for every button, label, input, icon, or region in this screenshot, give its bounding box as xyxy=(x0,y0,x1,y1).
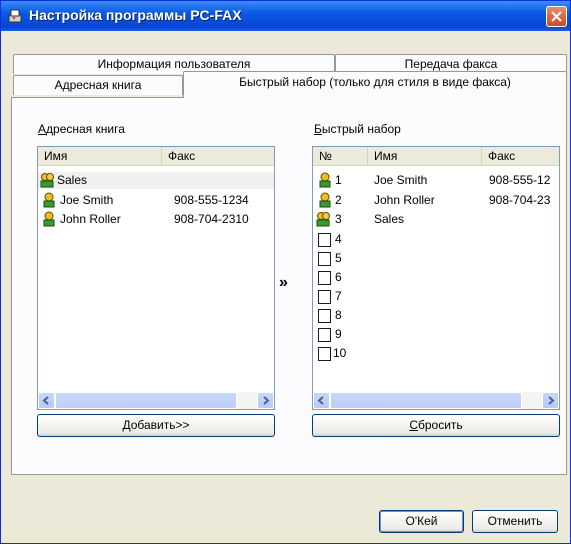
empty-slot-box xyxy=(318,290,331,304)
scroll-right-button[interactable] xyxy=(257,392,274,409)
speed-dial-label: Быстрый набор xyxy=(314,122,401,136)
empty-slot-box xyxy=(318,309,331,323)
tab-user-info-label: Информация пользователя xyxy=(97,57,251,71)
contact-icon xyxy=(319,172,331,188)
speed-dial-name: Joe Smith xyxy=(374,173,428,187)
chevron-right-icon xyxy=(548,396,555,405)
speed-dial-num: 1 xyxy=(335,173,342,187)
reset-button[interactable]: Сбросить xyxy=(312,414,560,437)
tab-panel: Адресная книга Имя Факс Sales Joe Smith … xyxy=(11,97,567,475)
speed-dial-num: 6 xyxy=(335,270,342,284)
speed-dial-col-num[interactable]: № xyxy=(313,147,368,166)
ok-button[interactable]: O'Кей xyxy=(379,510,464,533)
contact-fax: 908-555-1234 xyxy=(174,193,249,207)
speed-dial-name: Sales xyxy=(374,212,405,226)
speed-dial-list[interactable]: № Имя Факс 1 Joe Smith 908-555-12 2 John… xyxy=(312,146,560,410)
address-book-hscrollbar[interactable] xyxy=(38,392,274,409)
table-row[interactable]: 1 Joe Smith 908-555-12 xyxy=(313,172,559,189)
empty-slot-box xyxy=(318,271,331,285)
speed-dial-num: 10 xyxy=(333,346,347,360)
contact-name: Joe Smith xyxy=(60,193,114,207)
speed-dial-num: 5 xyxy=(335,251,342,265)
tab-address-book-label: Адресная книга xyxy=(54,78,142,92)
speed-dial-label-text: ыстрый набор xyxy=(321,122,401,136)
speed-dial-col-name[interactable]: Имя xyxy=(368,147,482,166)
scroll-left-button[interactable] xyxy=(38,392,55,409)
table-row[interactable]: 7 xyxy=(313,288,559,305)
scroll-right-button[interactable] xyxy=(542,392,559,409)
contact-icon xyxy=(43,211,55,227)
speed-dial-num: 4 xyxy=(335,232,342,246)
speed-dial-fax: 908-704-23 xyxy=(489,193,551,207)
table-row[interactable]: 8 xyxy=(313,307,559,324)
contact-name: John Roller xyxy=(60,212,121,226)
close-button[interactable] xyxy=(546,6,567,27)
contact-fax: 908-704-2310 xyxy=(174,212,249,226)
speed-dial-hscrollbar[interactable] xyxy=(313,392,559,409)
empty-slot-box xyxy=(318,252,331,266)
reset-button-accel: С xyxy=(409,418,418,432)
tab-address-book[interactable]: Адресная книга xyxy=(13,75,183,95)
speed-dial-name: John Roller xyxy=(374,193,435,207)
contact-icon xyxy=(43,192,55,208)
list-item[interactable]: John Roller 908-704-2310 xyxy=(38,211,274,228)
add-button[interactable]: Добавить>> xyxy=(37,414,275,437)
contact-icon xyxy=(319,192,331,208)
contact-name: Sales xyxy=(57,173,88,187)
table-row[interactable]: 5 xyxy=(313,250,559,267)
reset-button-text: бросить xyxy=(418,418,463,432)
address-book-label-accel: А xyxy=(38,122,47,136)
speed-dial-col-fax[interactable]: Факс xyxy=(482,147,559,166)
chevron-left-icon xyxy=(42,396,49,405)
empty-slot-box xyxy=(318,347,331,361)
table-row[interactable]: 3 Sales xyxy=(313,211,559,228)
tab-speed-dial-label: Быстрый набор (только для стиля в виде ф… xyxy=(239,75,511,89)
address-book-col-name[interactable]: Имя xyxy=(38,147,162,166)
table-row[interactable]: 2 John Roller 908-704-23 xyxy=(313,192,559,209)
tab-speed-dial[interactable]: Быстрый набор (только для стиля в виде ф… xyxy=(183,71,567,98)
pcfax-app-icon xyxy=(8,9,22,23)
address-book-label: Адресная книга xyxy=(38,122,125,136)
title-bar[interactable]: Настройка программы PC-FAX xyxy=(1,1,570,31)
address-book-label-text: дресная книга xyxy=(46,122,125,136)
scroll-left-button[interactable] xyxy=(313,392,330,409)
chevron-left-icon xyxy=(317,396,324,405)
group-contact-icon xyxy=(316,212,330,227)
table-row[interactable]: 4 xyxy=(313,231,559,248)
empty-slot-box xyxy=(318,328,331,342)
add-button-accel: Д xyxy=(122,418,131,432)
list-item[interactable]: Sales xyxy=(38,172,274,189)
speed-dial-fax: 908-555-12 xyxy=(489,173,551,187)
list-item[interactable]: Joe Smith 908-555-1234 xyxy=(38,192,274,209)
scroll-thumb[interactable] xyxy=(55,392,237,409)
table-row[interactable]: 9 xyxy=(313,326,559,343)
tab-fax-sending-label: Передача факса xyxy=(404,57,498,71)
cancel-button[interactable]: Отменить xyxy=(472,510,558,533)
speed-dial-num: 9 xyxy=(335,327,342,341)
table-row[interactable]: 6 xyxy=(313,269,559,286)
group-contact-icon xyxy=(40,173,54,188)
transfer-arrow: » xyxy=(279,274,288,291)
table-row[interactable]: 10 xyxy=(313,345,559,362)
empty-slot-box xyxy=(318,233,331,247)
close-icon xyxy=(551,11,562,22)
speed-dial-num: 7 xyxy=(335,289,342,303)
window-title: Настройка программы PC-FAX xyxy=(29,7,242,23)
speed-dial-num: 3 xyxy=(335,212,342,226)
pcfax-settings-window: Настройка программы PC-FAX Информация по… xyxy=(0,0,571,544)
address-book-list[interactable]: Имя Факс Sales Joe Smith 908-555-1234 Jo… xyxy=(37,146,275,410)
speed-dial-label-accel: Б xyxy=(314,122,322,136)
speed-dial-num: 2 xyxy=(335,193,342,207)
address-book-col-fax[interactable]: Факс xyxy=(162,147,274,166)
scroll-thumb[interactable] xyxy=(330,392,522,409)
add-button-text: обавить>> xyxy=(130,418,190,432)
chevron-right-icon xyxy=(263,396,270,405)
speed-dial-num: 8 xyxy=(335,308,342,322)
